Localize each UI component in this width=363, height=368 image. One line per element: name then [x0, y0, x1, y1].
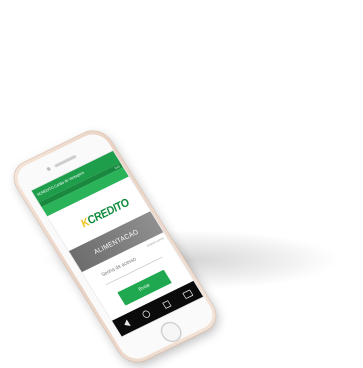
speaker-grille [53, 154, 77, 168]
recent-apps-icon[interactable] [161, 300, 172, 309]
keyboard-icon[interactable] [181, 289, 193, 299]
home-icon[interactable] [140, 309, 152, 320]
camera-icon [46, 166, 52, 172]
back-icon[interactable] [122, 319, 131, 329]
home-button[interactable] [156, 318, 186, 346]
banner-title: ALIMENTACAO [92, 227, 140, 256]
